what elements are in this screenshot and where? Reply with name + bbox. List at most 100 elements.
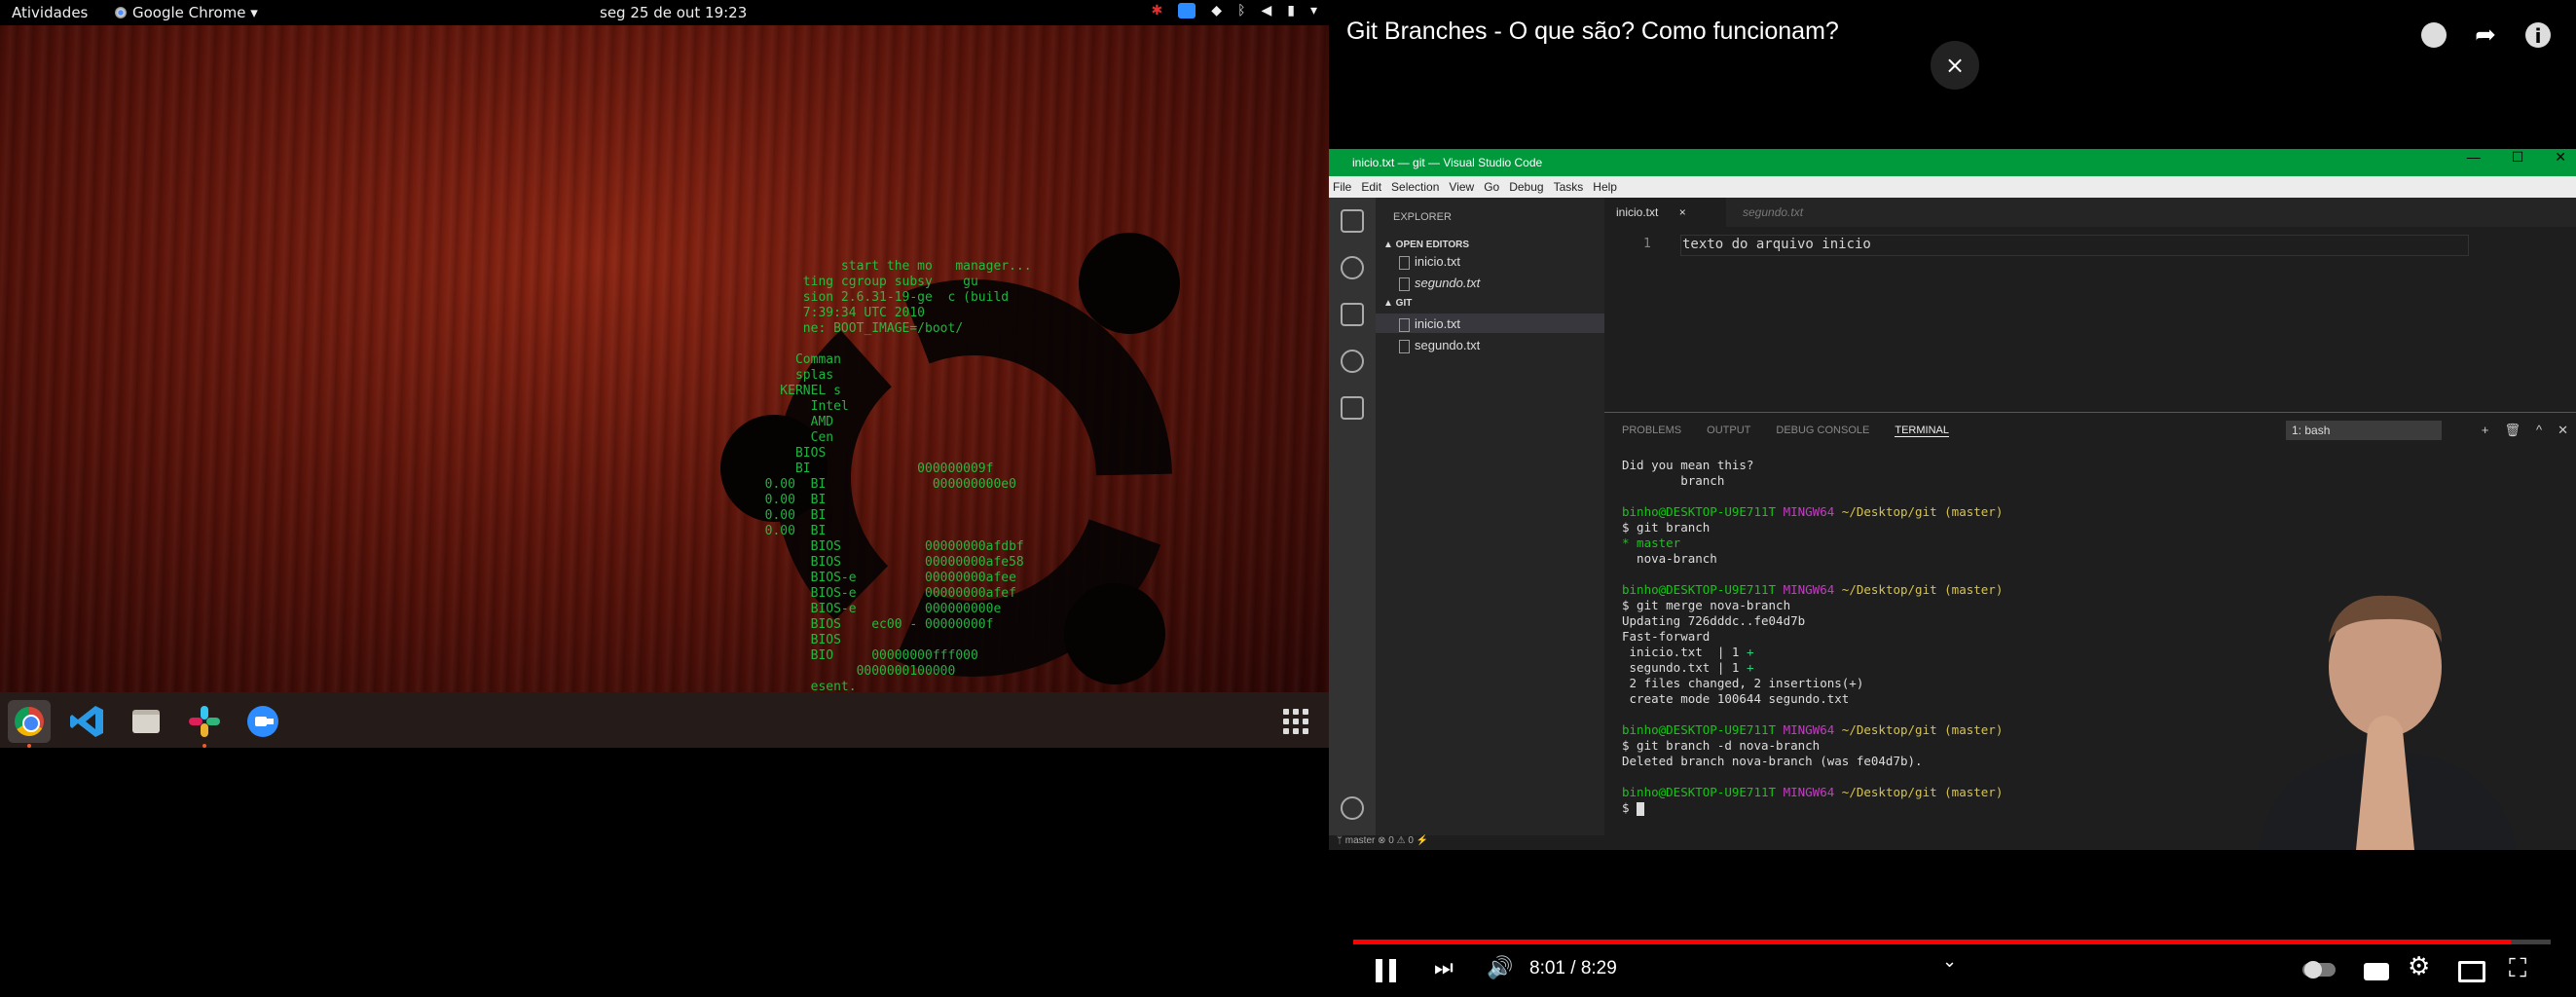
- close-icon[interactable]: ×: [1931, 41, 1979, 90]
- files-icon: [1341, 209, 1364, 233]
- zoom-tray-icon[interactable]: [1178, 3, 1196, 18]
- git-section: ▲ GIT: [1383, 298, 1413, 309]
- boot-log-line: KERNEL s: [750, 384, 841, 398]
- prompt-user: binho@DESKTOP-U9E711T: [1622, 504, 1777, 519]
- app-menu[interactable]: Google Chrome ▾: [115, 4, 258, 21]
- autoplay-toggle[interactable]: [2302, 961, 2336, 979]
- term-line: Updating 726dddc..fe04d7b: [1622, 613, 1806, 628]
- prompt-path: ~/Desktop/git (master): [1841, 504, 2004, 519]
- prompt-env: MINGW64: [1783, 785, 1835, 799]
- files-dock-icon[interactable]: [127, 702, 166, 741]
- tab-debug-console: DEBUG CONSOLE: [1776, 425, 1870, 436]
- vscode-dock-icon[interactable]: [68, 702, 107, 741]
- chrome-dock-icon[interactable]: [8, 700, 51, 748]
- terminal-cursor: [1637, 801, 1645, 816]
- term-line: Fast-forward: [1622, 629, 1711, 644]
- plus-mark: +: [1746, 660, 1754, 675]
- chrome-icon: [115, 7, 127, 18]
- time-display: 8:01 / 8:29: [1529, 958, 1617, 979]
- term-line: Deleted branch nova-branch (was fe04d7b)…: [1622, 754, 1923, 768]
- presenter-image: [2259, 595, 2517, 850]
- chevron-down-icon[interactable]: ⌄: [1942, 951, 1957, 972]
- boot-log-line: sion 2.6.31-19-ge c (build: [750, 290, 1010, 305]
- boot-log-line: splas: [750, 368, 834, 383]
- settings-button[interactable]: ⚙: [2408, 951, 2430, 981]
- volume-button[interactable]: 🔊: [1487, 955, 1513, 980]
- boot-log-line: start the mo manager...: [750, 259, 1032, 274]
- video-title[interactable]: Git Branches - O que são? Como funcionam…: [1346, 18, 1839, 46]
- open-file: inicio.txt: [1399, 254, 1460, 270]
- close-icon: ✕: [2558, 423, 2568, 437]
- term-line: branch: [1622, 473, 1725, 488]
- volume-icon[interactable]: ◀: [1261, 3, 1271, 18]
- term-line: inicio.txt | 1: [1622, 645, 1747, 659]
- prompt-user: binho@DESKTOP-U9E711T: [1622, 722, 1777, 737]
- tab-label: inicio.txt: [1616, 205, 1659, 219]
- prompt-env: MINGW64: [1783, 722, 1835, 737]
- term-command: $ git branch -d nova-branch: [1622, 738, 1821, 753]
- desktop-wallpaper: start the mo manager... ting cgroup subs…: [0, 25, 1329, 692]
- menu-view: View: [1449, 180, 1475, 194]
- pause-button[interactable]: [1376, 959, 1397, 982]
- show-apps-icon[interactable]: [1283, 709, 1308, 734]
- wifi-icon[interactable]: ◆: [1211, 3, 1222, 18]
- clock[interactable]: seg 25 de out 19:23: [600, 4, 747, 21]
- activities-button[interactable]: Atividades: [12, 4, 88, 21]
- terminal-select: 1: bash: [2286, 421, 2442, 440]
- next-button[interactable]: ⏭: [1434, 955, 1454, 980]
- git-file: inicio.txt: [1399, 316, 1460, 332]
- menu-selection: Selection: [1391, 180, 1440, 194]
- bug-icon[interactable]: ✱: [1152, 3, 1163, 18]
- bluetooth-icon[interactable]: ᛒ: [1237, 3, 1245, 18]
- subtitles-button[interactable]: [2364, 963, 2389, 980]
- zoom-dock-icon[interactable]: [243, 702, 282, 741]
- debug-icon: [1341, 350, 1364, 373]
- prompt-path: ~/Desktop/git (master): [1841, 785, 2004, 799]
- window-buttons: — ☐ ✕: [2467, 149, 2566, 166]
- boot-log-line: BIOS-e 00000000afee: [750, 571, 1016, 585]
- cast-button[interactable]: [2458, 961, 2485, 982]
- menu-help: Help: [1593, 180, 1617, 194]
- chevron-down-icon[interactable]: ▾: [1310, 3, 1317, 18]
- boot-log-line: BIOS-e 00000000afef: [750, 586, 1016, 601]
- maximize-icon: ☐: [2511, 149, 2524, 165]
- fullscreen-button[interactable]: ⛶: [2509, 953, 2526, 984]
- explorer-title: EXPLORER: [1393, 211, 1452, 223]
- boot-log-line: 0.00 BI: [750, 508, 827, 523]
- plus-mark: +: [1746, 645, 1754, 659]
- source-control-icon: [1341, 303, 1364, 326]
- slack-dock-icon[interactable]: [185, 702, 224, 748]
- term-line: Did you mean this?: [1622, 458, 1754, 472]
- tab-segundo: segundo.txt: [1743, 205, 1804, 219]
- boot-log-line: BIOS 00000000afe58: [750, 555, 1024, 570]
- close-window-icon: ✕: [2555, 149, 2566, 165]
- term-line: create mode 100644 segundo.txt: [1622, 691, 1850, 706]
- watch-later-icon[interactable]: [2418, 19, 2449, 51]
- term-line: * master: [1622, 535, 1681, 550]
- open-file: segundo.txt: [1398, 276, 1481, 291]
- boot-log-line: Cen: [750, 430, 834, 445]
- menu-debug: Debug: [1509, 180, 1544, 194]
- boot-log-line: Comman: [750, 352, 841, 367]
- boot-log-line: 0000000100000: [750, 664, 956, 679]
- system-tray[interactable]: ✱ ◆ ᛒ ◀ ▮ ▾: [1152, 3, 1317, 18]
- term-line: 2 files changed, 2 insertions(+): [1622, 676, 1864, 690]
- menu-go: Go: [1484, 180, 1500, 194]
- battery-icon[interactable]: ▮: [1287, 3, 1295, 18]
- boot-log-line: BIO 00000000fff000: [750, 648, 978, 663]
- progress-bar[interactable]: [1353, 940, 2551, 944]
- info-icon[interactable]: i: [2522, 19, 2554, 51]
- dock: [0, 692, 1329, 748]
- tab-terminal: TERMINAL: [1895, 425, 1949, 437]
- term-command: $ git merge nova-branch: [1622, 598, 1791, 612]
- boot-log-line: 0.00 BI: [750, 493, 827, 507]
- boot-log-text: start the mo manager... ting cgroup subs…: [750, 259, 1236, 692]
- boot-log-line: 0.00 BI 000000000e0: [750, 477, 1016, 492]
- code-line: texto do arquivo inicio: [1682, 237, 1871, 252]
- vscode-title: inicio.txt — git — Visual Studio Code: [1329, 149, 2576, 176]
- term-line: nova-branch: [1622, 551, 1717, 566]
- prompt-env: MINGW64: [1783, 504, 1835, 519]
- prompt-user: binho@DESKTOP-U9E711T: [1622, 582, 1777, 597]
- gear-icon: [1341, 796, 1364, 820]
- share-icon[interactable]: ➦: [2470, 19, 2501, 51]
